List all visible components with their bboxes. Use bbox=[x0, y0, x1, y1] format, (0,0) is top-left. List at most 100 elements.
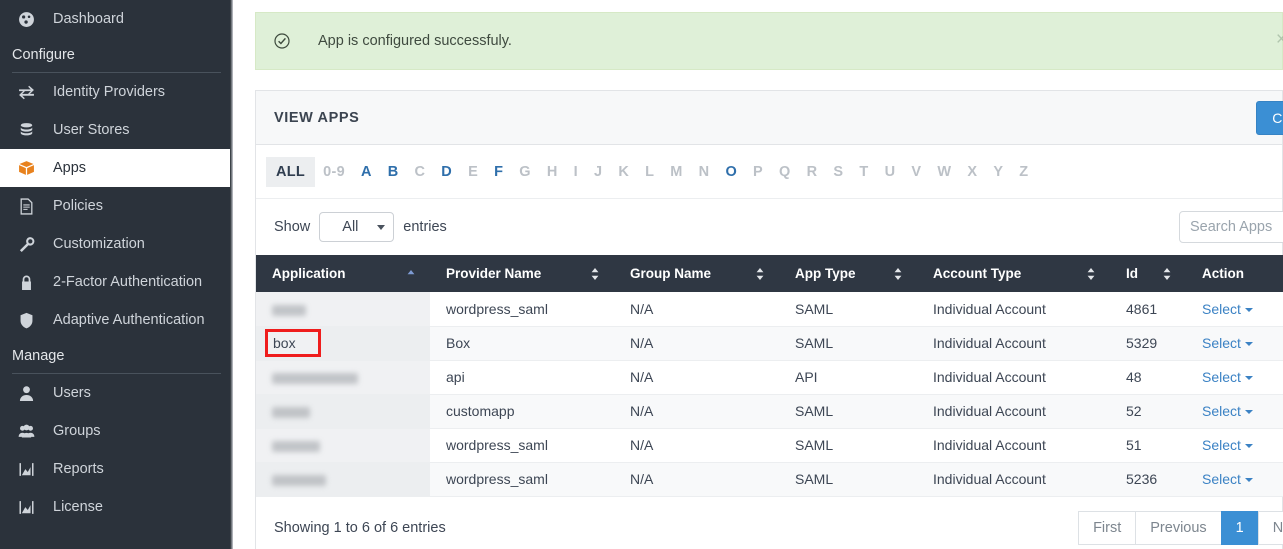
cell-application bbox=[256, 394, 430, 429]
alpha-filter-09[interactable]: 0-9 bbox=[315, 158, 353, 186]
chevron-down-icon bbox=[1244, 342, 1253, 347]
column-header-label: Action bbox=[1202, 266, 1244, 281]
select-action-link[interactable]: Select bbox=[1202, 369, 1253, 385]
chevron-down-icon bbox=[1244, 478, 1253, 483]
alpha-filter-l[interactable]: L bbox=[637, 158, 662, 186]
alpha-filter-y[interactable]: Y bbox=[985, 158, 1011, 186]
cell-account-type: Individual Account bbox=[917, 394, 1110, 429]
table-header-row: Application Provider Name Group Name App Ty… bbox=[256, 255, 1283, 292]
showing-entries-text: Showing 1 to 6 of 6 entries bbox=[274, 519, 446, 536]
alpha-filter-f[interactable]: F bbox=[486, 158, 511, 186]
alpha-filter-s[interactable]: S bbox=[825, 158, 851, 186]
entries-label: entries bbox=[403, 219, 447, 235]
sort-icon[interactable] bbox=[1162, 267, 1172, 281]
sidebar-item-2-factor-authentication[interactable]: 2-Factor Authentication bbox=[0, 263, 233, 301]
select-action-label: Select bbox=[1202, 403, 1241, 419]
sidebar-item-customization[interactable]: Customization bbox=[0, 225, 233, 263]
sidebar-item-license[interactable]: License bbox=[0, 488, 233, 526]
alpha-filter-j[interactable]: J bbox=[586, 158, 610, 186]
column-header-provider-name[interactable]: Provider Name bbox=[430, 255, 614, 292]
sort-asc-icon[interactable] bbox=[406, 268, 416, 280]
cell-id: 52 bbox=[1110, 394, 1186, 429]
alpha-filter-r[interactable]: R bbox=[799, 158, 826, 186]
alpha-filter-i[interactable]: I bbox=[566, 158, 586, 186]
sidebar-item-groups[interactable]: Groups bbox=[0, 412, 233, 450]
pager-1[interactable]: 1 bbox=[1220, 510, 1258, 545]
show-entries-group: Show All102550100 entries bbox=[274, 212, 447, 242]
sort-icon[interactable] bbox=[590, 267, 600, 281]
column-header-account-type[interactable]: Account Type bbox=[917, 255, 1110, 292]
sidebar-item-dashboard[interactable]: Dashboard bbox=[0, 0, 233, 38]
alpha-filter-u[interactable]: U bbox=[877, 158, 904, 186]
alpha-filter-m[interactable]: M bbox=[662, 158, 690, 186]
alpha-filter-c[interactable]: C bbox=[407, 158, 434, 186]
sidebar-item-label: Identity Providers bbox=[53, 84, 166, 100]
select-action-link[interactable]: Select bbox=[1202, 403, 1253, 419]
sidebar-item-adaptive-authentication[interactable]: Adaptive Authentication bbox=[0, 301, 233, 339]
select-action-link[interactable]: Select bbox=[1202, 301, 1253, 317]
alpha-filter-o[interactable]: O bbox=[717, 158, 745, 186]
alpha-filter-n[interactable]: N bbox=[691, 158, 718, 186]
redacted-app-name bbox=[272, 440, 320, 452]
cell-group-name: N/A bbox=[614, 360, 779, 395]
alpha-filter-a[interactable]: A bbox=[353, 158, 380, 186]
alpha-filter-e[interactable]: E bbox=[460, 158, 486, 186]
sidebar-item-apps[interactable]: Apps bbox=[0, 149, 233, 187]
cell-account-type: Individual Account bbox=[917, 462, 1110, 497]
sidebar-item-label: Reports bbox=[53, 461, 104, 477]
pager-previous[interactable]: Previous bbox=[1135, 510, 1221, 545]
cell-provider-name: api bbox=[430, 360, 614, 395]
table-row: wordpress_saml N/A SAML Individual Account 4… bbox=[256, 292, 1283, 327]
cell-group-name: N/A bbox=[614, 326, 779, 361]
select-action-link[interactable]: Select bbox=[1202, 335, 1253, 351]
alpha-filter-w[interactable]: W bbox=[929, 158, 959, 186]
cell-app-type: API bbox=[779, 360, 917, 395]
alpha-filter-d[interactable]: D bbox=[433, 158, 460, 186]
alpha-filter-k[interactable]: K bbox=[610, 158, 637, 186]
configure-apps-button[interactable]: Configure Apps bbox=[1256, 100, 1283, 135]
select-action-link[interactable]: Select bbox=[1202, 471, 1253, 487]
alpha-filter-q[interactable]: Q bbox=[771, 158, 799, 186]
cell-id: 48 bbox=[1110, 360, 1186, 395]
column-header-group-name[interactable]: Group Name bbox=[614, 255, 779, 292]
sidebar-item-label: Users bbox=[53, 385, 91, 401]
alpha-filter-v[interactable]: V bbox=[903, 158, 929, 186]
column-header-app-type[interactable]: App Type bbox=[779, 255, 917, 292]
entries-select[interactable]: All102550100 bbox=[319, 212, 395, 242]
alpha-filter-h[interactable]: H bbox=[539, 158, 566, 186]
apps-table: Application Provider Name Group Name App Ty… bbox=[256, 255, 1283, 497]
sidebar-item-reports[interactable]: Reports bbox=[0, 450, 233, 488]
alpha-filter-b[interactable]: B bbox=[380, 158, 407, 186]
select-action-link[interactable]: Select bbox=[1202, 437, 1253, 453]
sidebar-item-policies[interactable]: Policies bbox=[0, 187, 233, 225]
alpha-filter-all[interactable]: ALL bbox=[266, 156, 316, 187]
sort-icon[interactable] bbox=[755, 267, 765, 281]
sidebar-item-user-stores[interactable]: User Stores bbox=[0, 111, 233, 149]
alpha-filter-x[interactable]: X bbox=[959, 158, 985, 186]
chevron-down-icon bbox=[1244, 444, 1253, 449]
alpha-filter-p[interactable]: P bbox=[745, 158, 771, 186]
cell-app-type: SAML bbox=[779, 292, 917, 327]
alpha-filter-t[interactable]: T bbox=[851, 158, 876, 186]
alpha-filter-g[interactable]: G bbox=[511, 158, 539, 186]
pager-next[interactable]: Next bbox=[1257, 510, 1283, 545]
cell-action: Select bbox=[1186, 326, 1283, 361]
cell-application: box bbox=[256, 326, 430, 361]
sort-icon[interactable] bbox=[1086, 267, 1096, 281]
sidebar-item-users[interactable]: Users bbox=[0, 374, 233, 412]
sidebar-item-identity-providers[interactable]: Identity Providers bbox=[0, 73, 233, 111]
column-header-id[interactable]: Id bbox=[1110, 255, 1186, 292]
table-row: wordpress_saml N/A SAML Individual Account 5… bbox=[256, 428, 1283, 463]
column-header-application[interactable]: Application bbox=[256, 255, 430, 292]
cell-application bbox=[256, 360, 430, 395]
select-action-label: Select bbox=[1202, 369, 1241, 385]
close-icon[interactable]: × bbox=[1276, 29, 1283, 51]
chevron-down-icon bbox=[1244, 376, 1253, 381]
search-input[interactable] bbox=[1179, 211, 1283, 243]
select-action-label: Select bbox=[1202, 471, 1241, 487]
sort-icon[interactable] bbox=[893, 267, 903, 281]
cell-application bbox=[256, 462, 430, 497]
pager-first[interactable]: First bbox=[1078, 510, 1136, 545]
alpha-filter-z[interactable]: Z bbox=[1011, 158, 1036, 186]
exchange-icon bbox=[18, 84, 44, 101]
